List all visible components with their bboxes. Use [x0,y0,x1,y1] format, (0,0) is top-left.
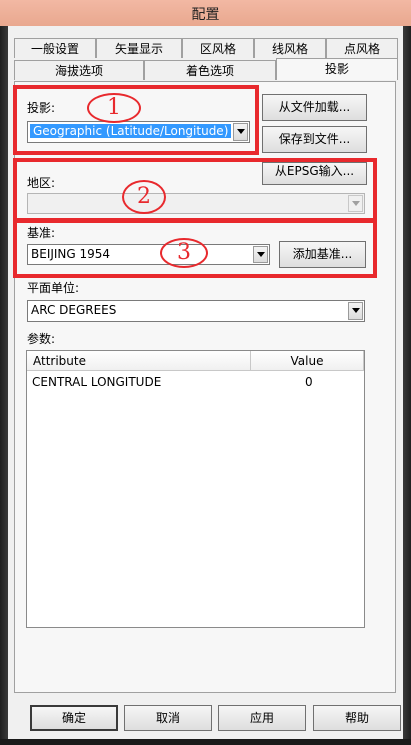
title-bar: 配置 [0,0,411,26]
plane-unit-value: ARC DEGREES [31,303,117,317]
window-title: 配置 [191,7,220,23]
save-to-file-button[interactable]: 保存到文件... [262,126,367,153]
tab-line-style[interactable]: 线风格 [254,38,326,58]
annotation-box-2 [13,158,377,222]
annotation-box-1 [13,85,259,155]
table-row[interactable]: CENTRAL LONGITUDE 0 [27,373,364,391]
tab-projection[interactable]: 投影 [276,58,398,80]
param-value: 0 [305,375,313,389]
help-button[interactable]: 帮助 [313,705,401,731]
annotation-marker-2: 2 [122,180,166,214]
column-header-value[interactable]: Value [251,351,364,371]
tab-point-style[interactable]: 点风格 [326,38,398,58]
tab-elevation-options[interactable]: 海拔选项 [14,60,144,80]
param-attribute: CENTRAL LONGITUDE [32,375,162,389]
window-border-left [0,26,8,745]
chevron-down-icon[interactable] [348,302,363,320]
params-label: 参数: [27,332,56,346]
plane-unit-select[interactable]: ARC DEGREES [27,300,365,322]
cancel-button[interactable]: 取消 [124,705,212,731]
annotation-marker-3: 3 [160,238,208,268]
taskbar-strip [0,739,411,745]
window-border-right [403,26,411,745]
ok-button[interactable]: 确定 [30,705,118,731]
tab-area-style[interactable]: 区风格 [182,38,254,58]
tab-vector-display[interactable]: 矢量显示 [96,38,182,58]
params-table[interactable]: Attribute Value CENTRAL LONGITUDE 0 [26,350,365,628]
tab-general[interactable]: 一般设置 [14,38,96,58]
annotation-marker-1: 1 [87,93,141,123]
plane-unit-label: 平面单位: [27,281,80,295]
column-header-attribute[interactable]: Attribute [27,351,251,371]
tab-shading-options[interactable]: 着色选项 [144,60,276,80]
load-from-file-button[interactable]: 从文件加载... [262,94,367,121]
apply-button[interactable]: 应用 [218,705,306,731]
